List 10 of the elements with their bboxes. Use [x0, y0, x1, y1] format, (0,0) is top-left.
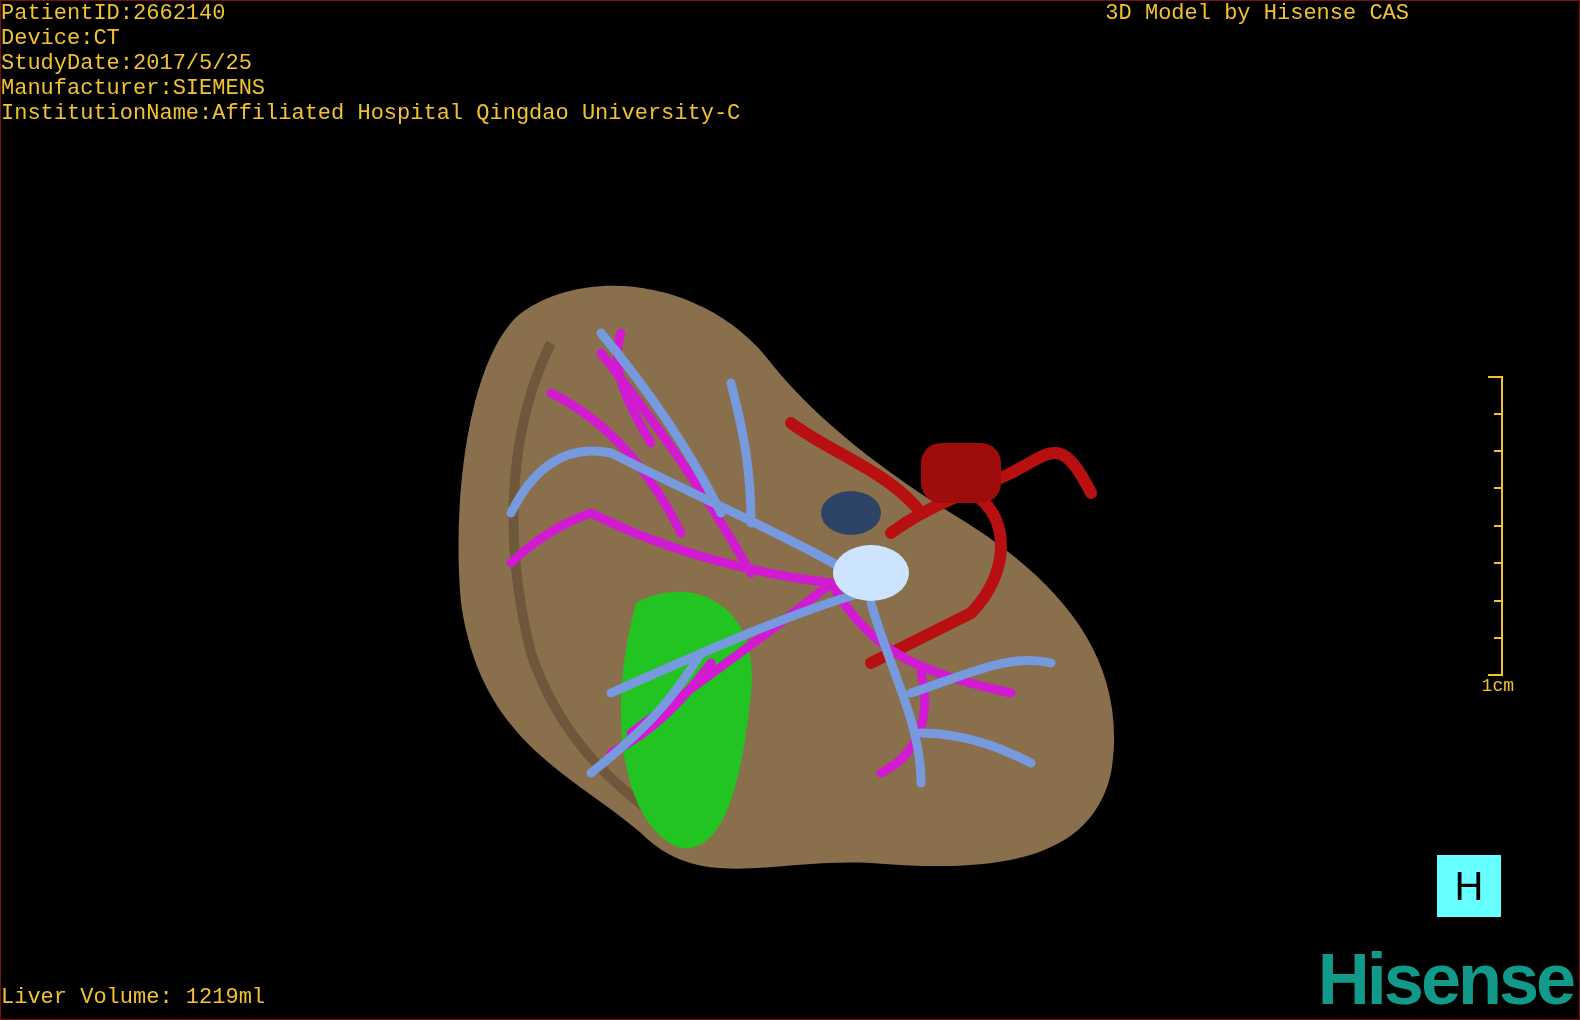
info-text: PatientID:2662140: [1, 1, 227, 26]
info-text: InstitutionName:Affiliated Hospital Qingdao University-C: [1, 101, 741, 126]
logo: Hisense: [1317, 943, 1573, 1015]
info-text: Manufacturer:SIEMENS: [1, 76, 267, 101]
scale-label: 1cm: [1481, 676, 1514, 696]
volume-text: Liver Volume: 1219ml: [1, 984, 266, 1012]
orientation-marker[interactable]: H: [1437, 855, 1501, 917]
credit-text: 3D Model by Hisense CAS: [1105, 1, 1409, 26]
info-text: StudyDate:2017/5/25: [1, 51, 253, 76]
info-text: Device:CT: [1, 26, 121, 51]
